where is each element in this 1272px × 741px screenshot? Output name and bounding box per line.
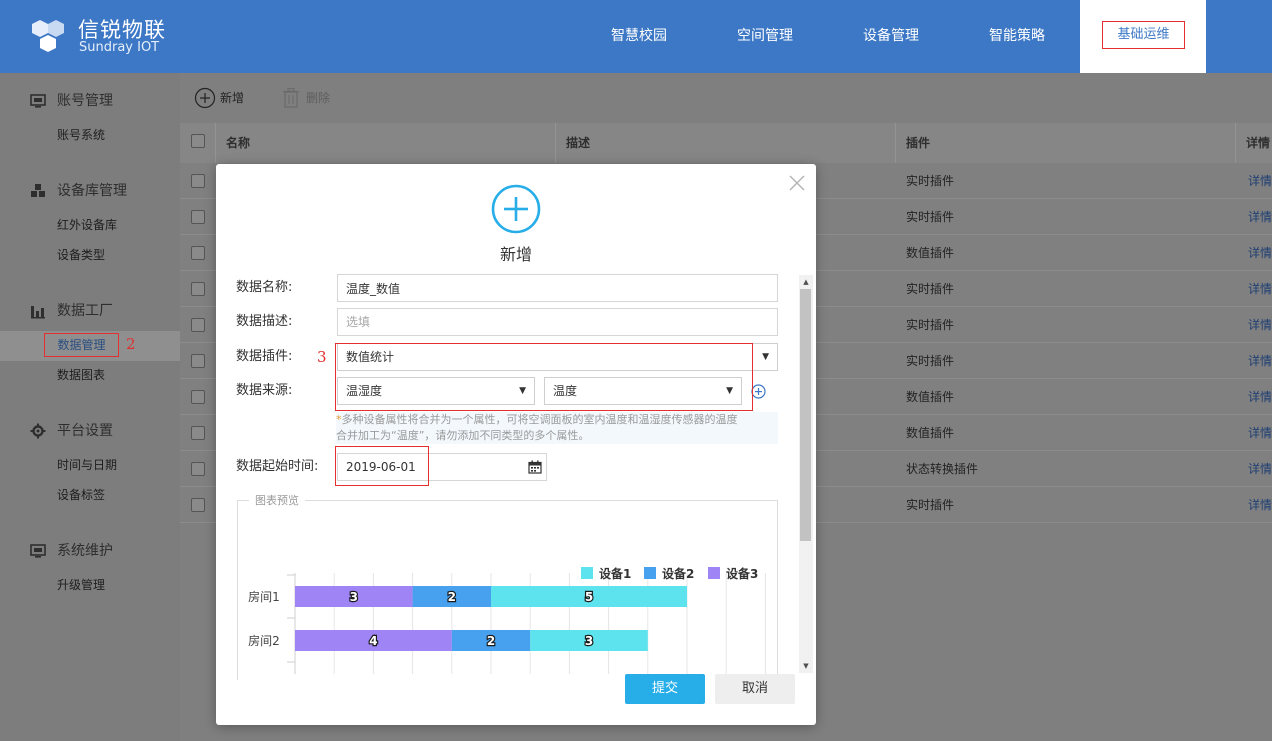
chart-legend-swatch: [644, 567, 656, 579]
chart-category-label: 房间1: [248, 589, 280, 604]
add-button-label: 新增: [220, 91, 245, 105]
row-plugin: 数值插件: [906, 246, 955, 260]
row-checkbox[interactable]: [191, 318, 205, 332]
sidebar-group-label: 数据工厂: [57, 303, 113, 319]
sidebar-item-device-tags[interactable]: 设备标签: [57, 485, 105, 505]
monitor-icon: [30, 94, 46, 108]
column-header-detail: 详情: [1236, 123, 1272, 163]
chart-preview: 房间1 3 2 5 房间2 4 2 3 设备1 设备2 设备3: [248, 566, 766, 674]
chart-legend-swatch: [581, 567, 593, 579]
sidebar-item-account-system[interactable]: 账号系统: [57, 125, 105, 145]
chart-data-label: 3: [585, 634, 593, 648]
bar-chart-icon: [31, 306, 45, 319]
column-header-description: 描述: [556, 123, 896, 163]
row-checkbox[interactable]: [191, 174, 205, 188]
row-plugin: 实时插件: [906, 498, 955, 512]
sidebar-item-time-date[interactable]: 时间与日期: [57, 455, 117, 475]
scroll-down-icon[interactable]: ▼: [799, 659, 813, 673]
row-checkbox[interactable]: [191, 354, 205, 368]
cubes-icon: [31, 184, 45, 197]
row-plugin: 实时插件: [906, 174, 955, 188]
row-detail-link[interactable]: 详情: [1248, 451, 1272, 487]
top-header: 信锐物联 Sundray IOT 智慧校园 空间管理 设备管理 智能策略 1 基…: [0, 0, 1272, 73]
monitor-icon: [30, 544, 46, 558]
chart-legend-label: 设备3: [726, 566, 758, 581]
sidebar-item-ir-library[interactable]: 红外设备库: [57, 215, 117, 235]
nav-item-basic-ops-label: 基础运维: [1102, 21, 1185, 49]
row-checkbox[interactable]: [191, 426, 205, 440]
row-detail-link[interactable]: 详情: [1248, 199, 1272, 235]
row-detail-link[interactable]: 详情: [1248, 343, 1272, 379]
nav-item-device-management[interactable]: 设备管理: [850, 0, 932, 73]
chart-legend-swatch: [708, 567, 720, 579]
chart-data-label: 5: [585, 590, 593, 604]
submit-button[interactable]: 提交: [625, 674, 705, 704]
sidebar-group-label: 平台设置: [57, 423, 113, 439]
row-plugin: 数值插件: [906, 426, 955, 440]
chart-legend-label: 设备1: [599, 566, 631, 581]
nav-item-smart-strategy[interactable]: 智能策略: [976, 0, 1058, 73]
column-header-name: 名称: [216, 123, 556, 163]
select-all-checkbox[interactable]: [191, 134, 205, 148]
trash-icon: [283, 88, 299, 108]
row-detail-link[interactable]: 详情: [1248, 415, 1272, 451]
row-checkbox[interactable]: [191, 246, 205, 260]
sidebar-group-label: 设备库管理: [57, 183, 127, 199]
row-plugin: 实时插件: [906, 354, 955, 368]
row-detail-link[interactable]: 详情: [1248, 379, 1272, 415]
row-detail-link[interactable]: 详情: [1248, 271, 1272, 307]
sidebar-group-label: 账号管理: [57, 93, 113, 109]
row-plugin: 实时插件: [906, 210, 955, 224]
row-checkbox[interactable]: [191, 498, 205, 512]
row-plugin: 数值插件: [906, 390, 955, 404]
sidebar-item-data-charts[interactable]: 数据图表: [57, 365, 105, 385]
add-circle-icon: [194, 87, 216, 109]
sidebar: 账号管理 账号系统 设备库管理 红外设备库 设备类型 数据工厂 数据管理 2 数…: [0, 73, 180, 741]
chart-data-label: 2: [487, 634, 495, 648]
brand-logo[interactable]: 信锐物联 Sundray IOT: [28, 14, 168, 60]
nav-item-basic-ops[interactable]: 基础运维: [1080, 0, 1206, 73]
nav-item-smart-campus[interactable]: 智慧校园: [598, 0, 680, 73]
row-plugin: 实时插件: [906, 282, 955, 296]
chart-data-label: 3: [350, 590, 358, 604]
chart-category-label: 房间2: [248, 633, 280, 648]
header-select-all[interactable]: [180, 123, 216, 163]
sidebar-item-upgrade-management[interactable]: 升级管理: [57, 575, 105, 595]
logo-hexagon-icon: [32, 20, 64, 52]
sidebar-item-data-management[interactable]: 数据管理: [44, 333, 119, 357]
nav-item-space-management[interactable]: 空间管理: [724, 0, 806, 73]
row-detail-link[interactable]: 详情: [1248, 235, 1272, 271]
column-header-plugin: 插件: [896, 123, 1236, 163]
dialog-scrollbar[interactable]: ▲ ▼: [799, 275, 813, 673]
row-checkbox[interactable]: [191, 462, 205, 476]
chart-data-label: 4: [369, 634, 377, 648]
row-checkbox[interactable]: [191, 390, 205, 404]
row-detail-link[interactable]: 详情: [1248, 307, 1272, 343]
row-plugin: 实时插件: [906, 318, 955, 332]
add-data-dialog: 新增 数据名称: 数据描述: 3 数据插件: 数值统计 ▼ 数据来源: 温湿度 …: [216, 164, 816, 725]
delete-button-label: 删除: [306, 91, 331, 105]
row-plugin: 状态转换插件: [906, 462, 979, 476]
sidebar-group-label: 系统维护: [57, 543, 113, 559]
scroll-up-icon[interactable]: ▲: [799, 275, 813, 289]
scrollbar-thumb[interactable]: [800, 289, 811, 541]
annotation-2: 2: [126, 335, 136, 353]
brand-name-en: Sundray IOT: [79, 40, 160, 55]
row-checkbox[interactable]: [191, 282, 205, 296]
row-detail-link[interactable]: 详情: [1248, 487, 1272, 523]
chart-data-label: 2: [448, 590, 456, 604]
chart-legend-label: 设备2: [662, 566, 694, 581]
row-checkbox[interactable]: [191, 210, 205, 224]
gear-icon: [30, 423, 46, 439]
row-detail-link[interactable]: 详情: [1248, 163, 1272, 199]
cancel-button[interactable]: 取消: [715, 674, 795, 704]
sidebar-item-device-type[interactable]: 设备类型: [57, 245, 105, 265]
